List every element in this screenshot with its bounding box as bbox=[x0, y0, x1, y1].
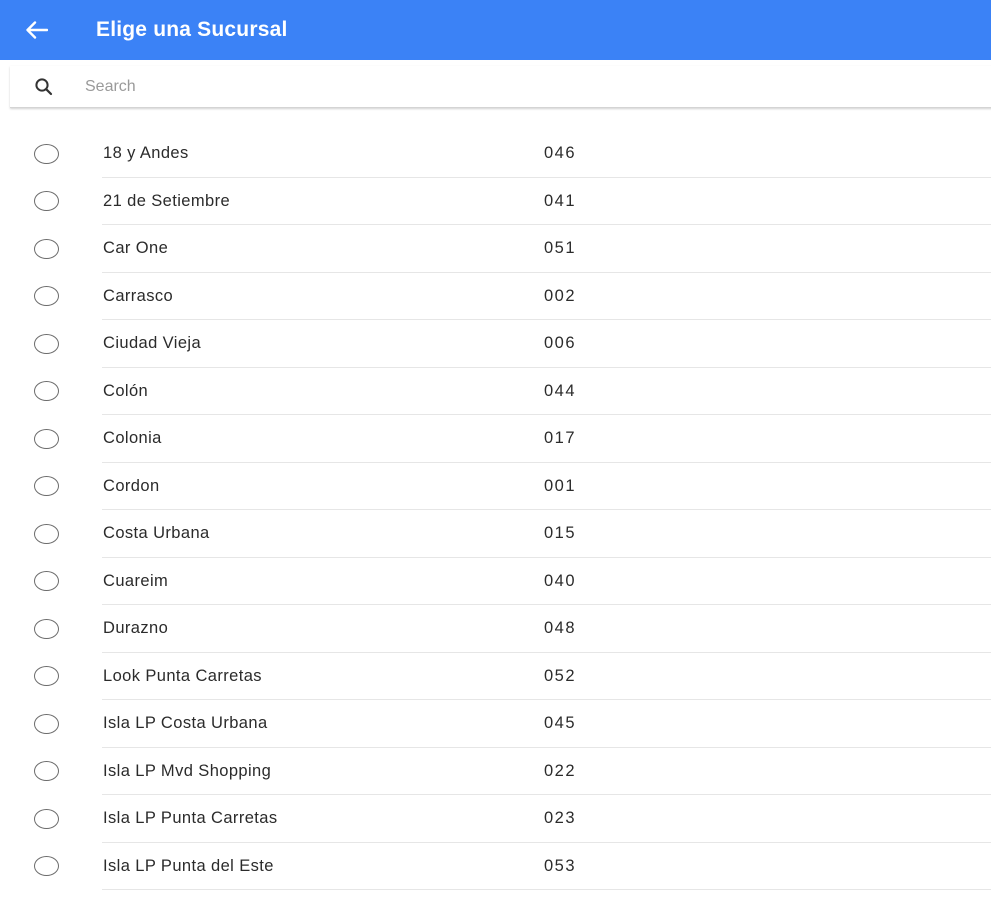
branch-name: Costa Urbana bbox=[103, 524, 210, 543]
search-icon bbox=[35, 77, 53, 95]
branch-row[interactable]: Colonia 017 bbox=[0, 415, 991, 463]
branch-code: 022 bbox=[544, 761, 577, 780]
branch-row[interactable]: Look Punta Carretas 052 bbox=[0, 653, 991, 701]
branch-name: Colón bbox=[103, 381, 149, 400]
branch-row[interactable]: Costa Urbana 015 bbox=[0, 510, 991, 558]
arrow-left-icon bbox=[25, 21, 48, 39]
radio-button[interactable] bbox=[34, 428, 59, 449]
search-bar bbox=[10, 66, 991, 108]
branch-code: 002 bbox=[544, 286, 577, 305]
branch-name: Isla LP Punta Carretas bbox=[103, 809, 278, 828]
branch-row[interactable]: Cuareim 040 bbox=[0, 558, 991, 606]
branch-code: 001 bbox=[544, 476, 577, 495]
radio-button[interactable] bbox=[34, 571, 59, 592]
branch-row[interactable]: 18 y Andes 046 bbox=[0, 130, 991, 178]
branch-row[interactable]: Colón 044 bbox=[0, 368, 991, 416]
branch-name: 21 de Setiembre bbox=[103, 191, 231, 210]
branch-row[interactable]: Ciudad Vieja 006 bbox=[0, 320, 991, 368]
branch-code: 052 bbox=[544, 666, 577, 685]
radio-button[interactable] bbox=[34, 286, 59, 307]
radio-button[interactable] bbox=[34, 143, 59, 164]
branch-row[interactable]: Isla LP Mvd Shopping 022 bbox=[0, 748, 991, 796]
branch-row[interactable]: Isla LP Punta Carretas 023 bbox=[0, 795, 991, 843]
branch-name: Isla LP Costa Urbana bbox=[103, 714, 268, 733]
radio-button[interactable] bbox=[34, 761, 59, 782]
branch-name: Look Punta Carretas bbox=[103, 666, 262, 685]
branch-name: Isla LP Mvd Shopping bbox=[103, 761, 272, 780]
page-title: Elige una Sucursal bbox=[96, 18, 288, 41]
search-input[interactable] bbox=[85, 77, 885, 96]
radio-button[interactable] bbox=[34, 713, 59, 734]
branch-code: 023 bbox=[544, 809, 577, 828]
branch-code: 046 bbox=[544, 144, 577, 163]
branch-row[interactable]: 21 de Setiembre 041 bbox=[0, 178, 991, 226]
radio-button[interactable] bbox=[34, 808, 59, 829]
branch-name: Durazno bbox=[103, 619, 169, 638]
branch-list: 18 y Andes 046 21 de Setiembre 041 Car One 05… bbox=[0, 130, 991, 890]
branch-name: Car One bbox=[103, 239, 169, 258]
branch-code: 041 bbox=[544, 191, 577, 210]
branch-name: 18 y Andes bbox=[103, 144, 189, 163]
branch-row[interactable]: Carrasco 002 bbox=[0, 273, 991, 321]
app-bar: Elige una Sucursal bbox=[0, 0, 991, 60]
branch-name: Colonia bbox=[103, 429, 162, 448]
branch-code: 053 bbox=[544, 856, 577, 875]
branch-code: 044 bbox=[544, 381, 577, 400]
branch-name: Carrasco bbox=[103, 286, 174, 305]
branch-code: 006 bbox=[544, 334, 577, 353]
branch-row[interactable]: Isla LP Costa Urbana 045 bbox=[0, 700, 991, 748]
radio-button[interactable] bbox=[34, 238, 59, 259]
branch-code: 015 bbox=[544, 524, 577, 543]
branch-name: Cordon bbox=[103, 476, 160, 495]
radio-button[interactable] bbox=[34, 523, 59, 544]
branch-row[interactable]: Car One 051 bbox=[0, 225, 991, 273]
radio-button[interactable] bbox=[34, 381, 59, 402]
back-button[interactable] bbox=[0, 0, 75, 60]
radio-button[interactable] bbox=[34, 618, 59, 639]
branch-name: Ciudad Vieja bbox=[103, 334, 202, 353]
branch-row[interactable]: Durazno 048 bbox=[0, 605, 991, 653]
radio-button[interactable] bbox=[34, 191, 59, 212]
radio-button[interactable] bbox=[34, 666, 59, 687]
branch-code: 040 bbox=[544, 571, 577, 590]
branch-code: 017 bbox=[544, 429, 577, 448]
branch-row[interactable]: Isla LP Punta del Este 053 bbox=[0, 843, 991, 891]
radio-button[interactable] bbox=[34, 856, 59, 877]
radio-button[interactable] bbox=[34, 476, 59, 497]
branch-row[interactable]: Cordon 001 bbox=[0, 463, 991, 511]
branch-code: 051 bbox=[544, 239, 577, 258]
radio-button[interactable] bbox=[34, 333, 59, 354]
branch-name: Cuareim bbox=[103, 571, 169, 590]
branch-code: 045 bbox=[544, 714, 577, 733]
branch-name: Isla LP Punta del Este bbox=[103, 856, 274, 875]
branch-code: 048 bbox=[544, 619, 577, 638]
